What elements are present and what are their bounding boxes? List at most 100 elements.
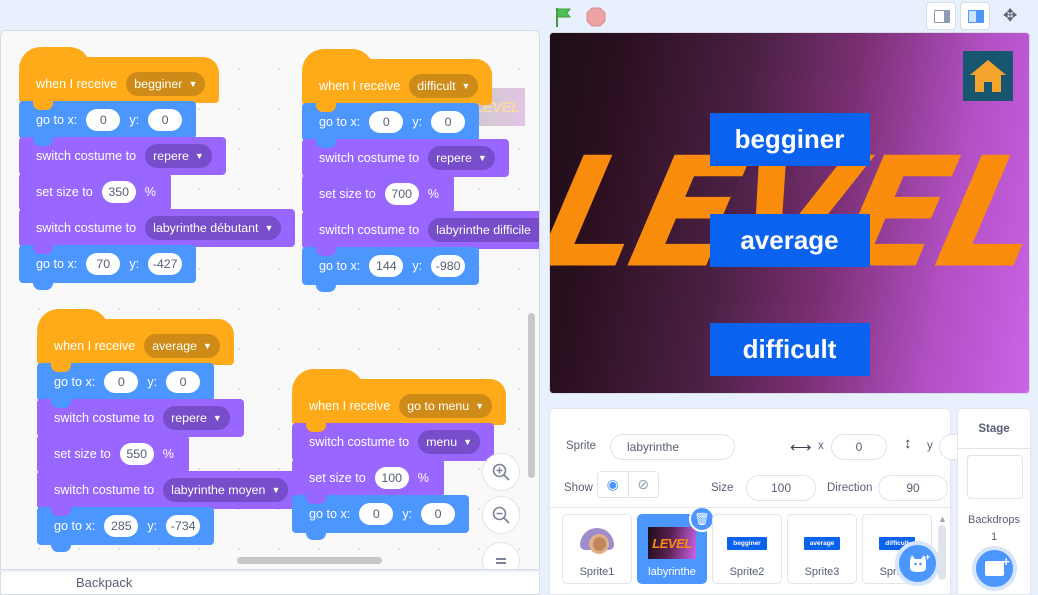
stage-preview[interactable]: LEVEL begginer average difficult	[549, 32, 1030, 394]
sprite-name-label: Sprite	[566, 440, 597, 452]
canvas-horizontal-scrollbar[interactable]	[237, 557, 382, 564]
costume-dropdown[interactable]: repere ▼	[163, 406, 230, 430]
sprite-info-panel: Sprite labyrinthe ⟷ x 0 ↕ y 0 Show ◉ ⊘ S…	[549, 408, 995, 508]
stage-button-average[interactable]: average	[709, 214, 870, 267]
sprite-card-name: labyrinthe	[648, 566, 696, 578]
stage-button-difficult[interactable]: difficult	[709, 323, 870, 376]
image-plus-icon	[985, 554, 1010, 576]
size-value-input[interactable]: 550	[119, 443, 154, 465]
code-canvas[interactable]: LEVEL when I receive begginer ▼ go to x: 0 y:…	[0, 30, 540, 570]
size-label: Size	[711, 482, 734, 494]
script-average-block-3[interactable]: switch costume to labyrinthe moyen ▼	[37, 471, 303, 516]
x-value-input[interactable]: 144	[369, 255, 404, 277]
sprite-card-labyrinthe[interactable]: LEVEL labyrinthe 🗑	[637, 508, 715, 584]
backdrops-count: 1	[990, 531, 998, 543]
chevron-down-icon: ▼	[188, 78, 198, 89]
zoom-reset-icon	[483, 543, 519, 569]
script-difficult-hat-block[interactable]: when I receive difficult ▼	[302, 49, 493, 112]
stop-sign-icon[interactable]	[584, 5, 608, 29]
large-stage-button[interactable]	[960, 2, 990, 30]
x-value-input[interactable]: 0	[104, 371, 139, 393]
size-value-input[interactable]: 100	[374, 467, 409, 489]
sprite-list[interactable]: Sprite1 LEVEL labyrinthe 🗑 begginer Sprite2 av…	[549, 508, 951, 595]
sprite-list-scrollbar[interactable]: ▲	[938, 514, 947, 584]
costume-dropdown[interactable]: labyrinthe moyen ▼	[163, 478, 289, 502]
stage-button-begginer[interactable]: begginer	[709, 113, 870, 166]
costume-dropdown[interactable]: labyrinthe difficile ▼	[428, 218, 539, 242]
sprite-thumbnail	[573, 525, 621, 561]
y-value-input[interactable]: 0	[148, 109, 183, 131]
show-label: Show	[564, 482, 593, 494]
x-value-input[interactable]: 0	[86, 109, 121, 131]
add-sprite-button[interactable]: +	[895, 541, 940, 586]
y-value-input[interactable]: 0	[166, 371, 201, 393]
message-dropdown[interactable]: begginer ▼	[126, 72, 206, 96]
add-backdrop-button[interactable]	[972, 546, 1017, 591]
zoom-out-icon	[483, 497, 519, 533]
block-label: set size to	[309, 471, 366, 485]
stage-selector-panel[interactable]: Stage Backdrops 1	[957, 408, 1031, 595]
chevron-down-icon: ▼	[212, 412, 222, 423]
y-value-input[interactable]: 0	[421, 503, 456, 525]
y-axis-arrow-icon: ↕	[904, 435, 912, 452]
sprite-card-name: Sprite3	[804, 566, 840, 578]
fullscreen-button[interactable]: ✥	[998, 2, 1028, 30]
sprite-name-input[interactable]: labyrinthe	[610, 434, 735, 460]
script-goto-menu-hat-block[interactable]: when I receive go to menu ▼	[292, 369, 507, 432]
script-difficult[interactable]: when I receive difficult ▼ go to x: 0 y: 0 swit…	[302, 49, 539, 292]
script-average-hat-block[interactable]: when I receive average ▼	[37, 309, 234, 372]
x-value-input[interactable]: 0	[359, 503, 394, 525]
x-value-input[interactable]: 285	[104, 515, 139, 537]
green-flag-icon[interactable]	[552, 5, 576, 29]
y-value-input[interactable]: -427	[148, 253, 183, 275]
y-value-input[interactable]: -734	[166, 515, 201, 537]
x-value-input[interactable]: 0	[369, 111, 404, 133]
dropdown-value: repere	[153, 149, 189, 163]
message-dropdown[interactable]: average ▼	[144, 334, 220, 358]
sprite-card-sprite3[interactable]: average Sprite3	[787, 514, 857, 584]
costume-dropdown[interactable]: repere ▼	[428, 146, 495, 170]
sprite-card-sprite1[interactable]: Sprite1	[562, 514, 632, 584]
block-label: go to x:	[319, 115, 361, 129]
top-toolbar: ✥	[0, 0, 1038, 32]
direction-input[interactable]: 90	[878, 475, 948, 501]
zoom-in-button[interactable]	[482, 453, 520, 491]
x-input[interactable]: 0	[831, 434, 887, 460]
size-value-input[interactable]: 700	[384, 183, 419, 205]
stage-home-button[interactable]	[963, 51, 1013, 101]
size-value-input[interactable]: 350	[101, 181, 136, 203]
block-label-y: y:	[412, 259, 423, 273]
direction-label: Direction	[827, 482, 873, 494]
small-stage-button[interactable]	[926, 2, 956, 30]
show-toggle-group[interactable]: ◉ ⊘	[597, 471, 659, 498]
sprite-thumbnail: average	[798, 525, 846, 561]
costume-dropdown[interactable]: labyrinthe débutant ▼	[145, 216, 282, 240]
zoom-in-icon	[483, 454, 519, 490]
canvas-vertical-scrollbar[interactable]	[528, 313, 535, 478]
message-dropdown[interactable]: go to menu ▼	[399, 394, 493, 418]
size-input[interactable]: 100	[746, 475, 816, 501]
x-value-input[interactable]: 70	[86, 253, 121, 275]
sprite-thumbnail: LEVEL	[648, 525, 696, 561]
block-label-y: y:	[129, 113, 140, 127]
y-value-input[interactable]: 0	[431, 111, 466, 133]
costume-dropdown[interactable]: menu ▼	[418, 430, 481, 454]
script-difficult-block-3[interactable]: switch costume to labyrinthe difficile ▼	[302, 211, 539, 256]
show-hidden-icon[interactable]: ⊘	[629, 472, 659, 497]
costume-dropdown[interactable]: repere ▼	[145, 144, 212, 168]
y-value-input[interactable]: -980	[431, 255, 466, 277]
sprite-card-sprite2[interactable]: begginer Sprite2	[712, 514, 782, 584]
script-begginer-hat-block[interactable]: when I receive begginer ▼	[19, 47, 220, 110]
zoom-reset-button[interactable]	[482, 542, 520, 569]
show-visible-icon[interactable]: ◉	[598, 472, 629, 497]
backpack-bar[interactable]: Backpack	[0, 572, 540, 595]
script-goto-menu[interactable]: when I receive go to menu ▼ switch costume …	[292, 369, 507, 540]
script-begginer-block-3[interactable]: switch costume to labyrinthe débutant ▼	[19, 209, 296, 254]
message-dropdown[interactable]: difficult ▼	[409, 74, 479, 98]
sprite-card-name: Sprite1	[579, 566, 615, 578]
script-begginer[interactable]: when I receive begginer ▼ go to x: 0 y: 0 switc…	[19, 47, 296, 290]
zoom-out-button[interactable]	[482, 496, 520, 534]
stage-backdrop-thumbnail[interactable]	[967, 455, 1023, 499]
scroll-up-icon[interactable]: ▲	[938, 514, 947, 524]
script-average[interactable]: when I receive average ▼ go to x: 0 y: 0 switch…	[37, 309, 303, 552]
